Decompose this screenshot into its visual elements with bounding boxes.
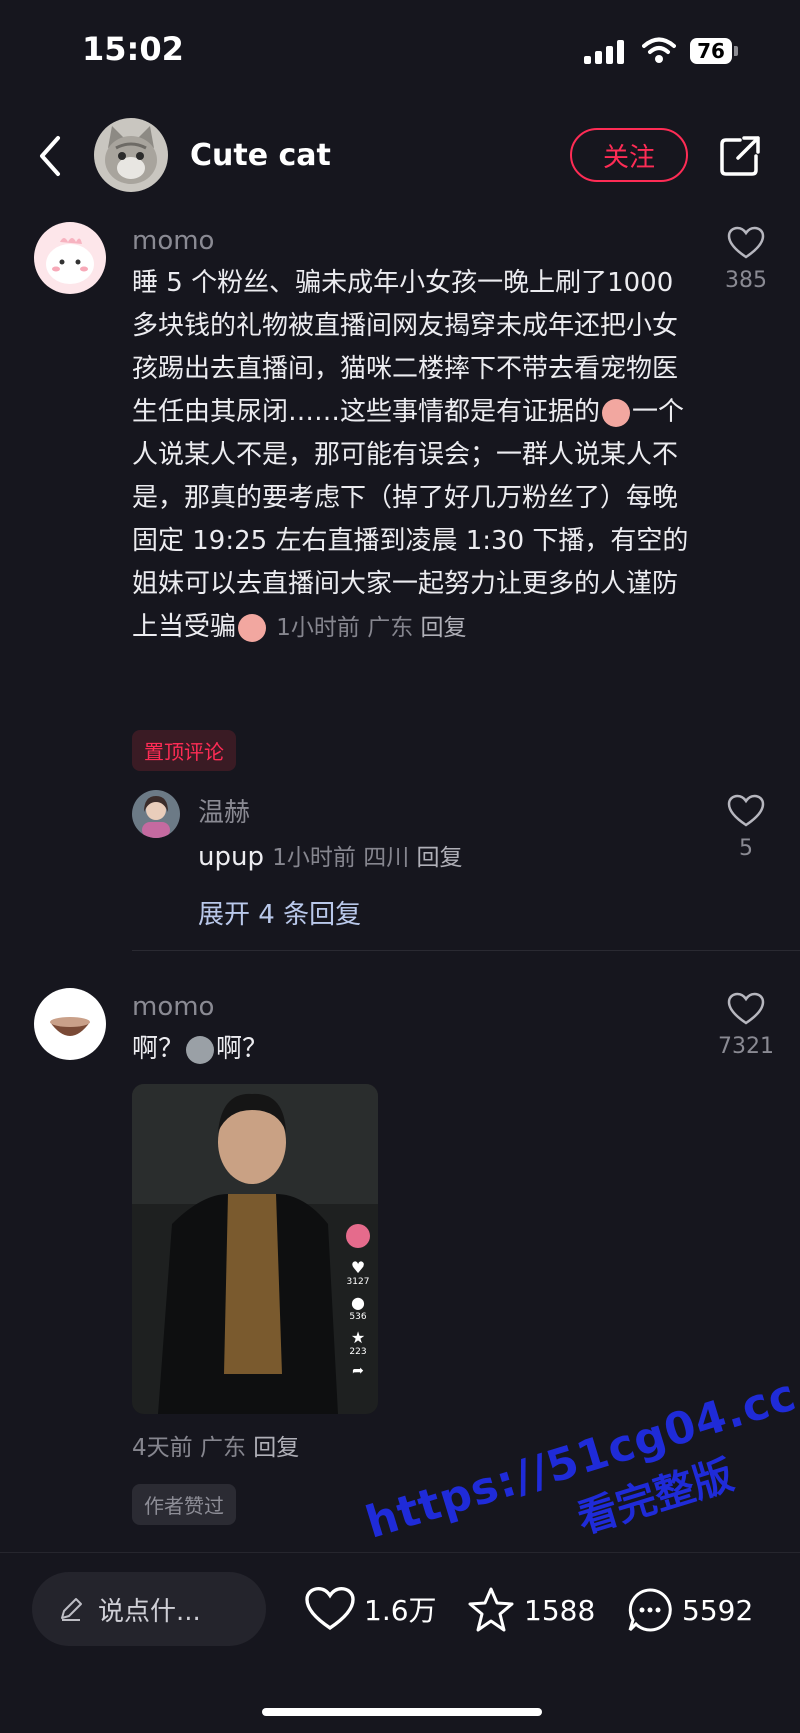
reply-meta: 1小时前 四川 回复 bbox=[272, 845, 462, 871]
emoji-icon bbox=[238, 613, 267, 642]
favorite-action[interactable]: 1588 bbox=[466, 1586, 595, 1634]
heart-icon bbox=[727, 226, 765, 259]
pinned-badge: 置顶评论 bbox=[132, 730, 236, 771]
watermark: https://51cg04.cc 看完整版 bbox=[360, 1369, 800, 1604]
pencil-icon bbox=[61, 1598, 82, 1621]
comment-total: 5592 bbox=[682, 1593, 754, 1627]
video-author-avatar bbox=[346, 1224, 370, 1248]
favorite-total: 1588 bbox=[524, 1593, 596, 1627]
comment-location: 广东 bbox=[199, 1435, 246, 1461]
comment-input-placeholder: 说点什... bbox=[98, 1596, 201, 1627]
comment-text-part1: 睡 5 个粉丝、骗未成年小女孩一晚上刷了1000 多块钱的礼物被直播间网友揭穿未… bbox=[132, 268, 679, 427]
emoji-icon bbox=[602, 398, 631, 427]
comment-time: 4天前 bbox=[132, 1435, 193, 1461]
reply-time: 1小时前 bbox=[272, 845, 356, 871]
commenter-avatar[interactable] bbox=[34, 988, 106, 1060]
video-sidebar: ♥ 3127 ● 536 ★ 223 ➦ bbox=[344, 1224, 372, 1379]
account-title: Cute cat bbox=[190, 138, 331, 173]
comment-text-a: 啊？ bbox=[132, 1034, 185, 1064]
comment-meta: 4天前 广东 回复 bbox=[132, 1428, 299, 1462]
like-count: 5 bbox=[739, 836, 753, 861]
comment-text-b: 啊？ bbox=[216, 1034, 269, 1064]
comment-username[interactable]: momo bbox=[132, 992, 214, 1022]
comment-location: 广东 bbox=[367, 615, 414, 641]
reply-avatar[interactable] bbox=[132, 790, 180, 838]
commenter-avatar[interactable] bbox=[34, 222, 106, 294]
comment-username[interactable]: momo bbox=[132, 226, 214, 256]
wifi-icon bbox=[642, 36, 676, 68]
comment-input[interactable]: 说点什... bbox=[32, 1572, 266, 1646]
comment-text: 啊？ 啊？ bbox=[132, 1028, 268, 1071]
heart-icon bbox=[727, 794, 765, 827]
comment-icon bbox=[628, 1588, 672, 1632]
video-thumbnail[interactable]: ♥ 3127 ● 536 ★ 223 ➦ bbox=[132, 1084, 378, 1414]
comment-like[interactable]: 385 bbox=[711, 226, 781, 293]
signal-icon bbox=[584, 40, 624, 64]
comment-time: 1小时前 bbox=[276, 615, 360, 641]
emoji-icon bbox=[186, 1035, 215, 1064]
video-comment-icon: ● bbox=[351, 1293, 365, 1312]
reply-username[interactable]: 温赫 bbox=[198, 792, 250, 829]
reply-row: upup 1小时前 四川 回复 bbox=[198, 838, 463, 872]
battery-icon: 76 bbox=[690, 38, 732, 64]
comment-like[interactable]: 7321 bbox=[711, 992, 781, 1059]
video-like-icon: ♥ bbox=[350, 1258, 366, 1277]
follow-button[interactable]: 关注 bbox=[570, 128, 688, 182]
comment-text: 睡 5 个粉丝、骗未成年小女孩一晚上刷了1000 多块钱的礼物被直播间网友揭穿未… bbox=[132, 262, 694, 650]
like-count: 7321 bbox=[718, 1034, 774, 1059]
reply-location: 四川 bbox=[363, 845, 410, 871]
star-icon bbox=[468, 1587, 514, 1632]
reply-text: upup bbox=[198, 842, 264, 872]
account-avatar[interactable] bbox=[94, 118, 168, 192]
video-share-icon: ➦ bbox=[352, 1363, 364, 1379]
reply-button[interactable]: 回复 bbox=[253, 1435, 299, 1461]
comment-action[interactable]: 5592 bbox=[626, 1586, 753, 1634]
like-count: 385 bbox=[725, 268, 767, 293]
reply-like[interactable]: 5 bbox=[711, 794, 781, 861]
back-icon[interactable] bbox=[36, 134, 64, 182]
home-indicator[interactable] bbox=[262, 1708, 542, 1716]
heart-icon bbox=[727, 992, 765, 1025]
video-favorite-count: 223 bbox=[349, 1347, 367, 1357]
comment-meta: 1小时前 广东 回复 bbox=[276, 615, 466, 641]
video-favorite-icon: ★ bbox=[350, 1328, 366, 1347]
video-like-count: 3127 bbox=[346, 1277, 370, 1287]
reply-button[interactable]: 回复 bbox=[417, 845, 463, 871]
video-frame bbox=[132, 1084, 378, 1414]
battery-tip bbox=[734, 46, 738, 56]
author-liked-badge: 作者赞过 bbox=[132, 1484, 236, 1525]
share-icon[interactable] bbox=[718, 134, 762, 182]
heart-icon bbox=[305, 1587, 355, 1630]
status-time: 15:02 bbox=[82, 30, 184, 68]
video-comment-count: 536 bbox=[349, 1312, 367, 1322]
reply-button[interactable]: 回复 bbox=[421, 615, 467, 641]
divider bbox=[132, 950, 800, 951]
comment-text-part2: 一个人说某人不是，那可能有误会；一群人说某人不是，那真的要考虑下（掉了好几万粉丝… bbox=[132, 397, 689, 642]
battery-level: 76 bbox=[697, 39, 725, 63]
expand-replies-link[interactable]: 展开 4 条回复 bbox=[198, 894, 361, 931]
